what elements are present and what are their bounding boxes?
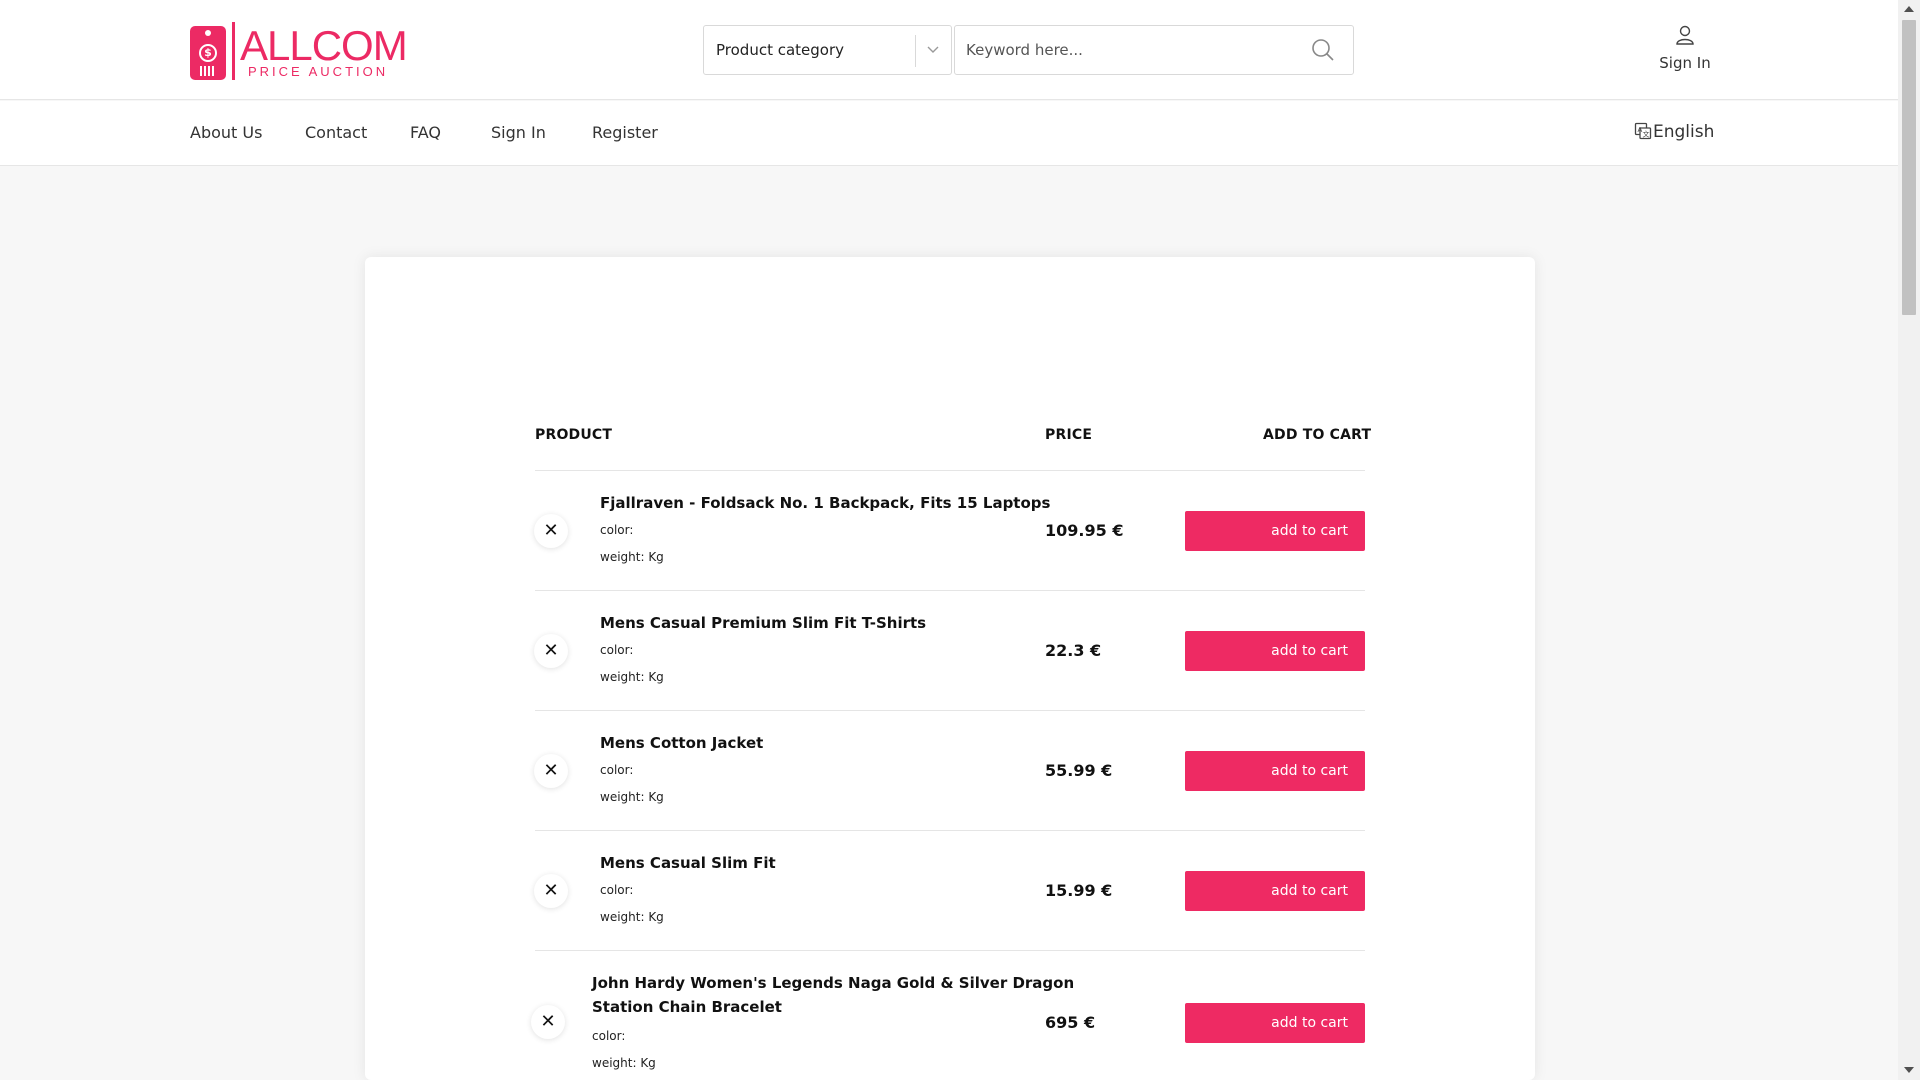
product-price: 55.99 € <box>1045 761 1113 780</box>
brand-tagline: PRICE AUCTION <box>248 64 389 79</box>
add-to-cart-button[interactable]: add to cart <box>1185 871 1365 911</box>
add-to-cart-button[interactable]: add to cart <box>1185 751 1365 791</box>
header-add-to-cart: ADD TO CART <box>1263 427 1372 443</box>
product-name-line: John Hardy Women's Legends Naga Gold & S… <box>592 974 1075 992</box>
close-icon[interactable]: ✕ <box>534 514 568 548</box>
product-color: color: <box>600 523 634 537</box>
product-price: 22.3 € <box>1045 641 1102 660</box>
close-icon[interactable]: ✕ <box>534 754 568 788</box>
scrollbar-thumb[interactable] <box>1902 20 1916 315</box>
header-sign-in-label: Sign In <box>1659 54 1711 72</box>
product-weight: weight: Kg <box>600 910 664 924</box>
wishlist-row: ✕ Mens Cotton Jacket color: weight: Kg 5… <box>534 710 1365 830</box>
product-name-line: Station Chain Bracelet <box>592 998 782 1016</box>
wishlist-card: PRODUCT PRICE ADD TO CART ✕ Fjallraven -… <box>365 257 1535 1080</box>
main-nav: About Us Contact FAQ Sign In Register A文… <box>0 101 1898 166</box>
nav-about-us[interactable]: About Us <box>190 123 262 142</box>
nav-sign-in[interactable]: Sign In <box>491 123 546 142</box>
nav-faq[interactable]: FAQ <box>410 123 441 142</box>
chevron-down-icon <box>926 39 944 61</box>
header-price: PRICE <box>1045 427 1093 443</box>
product-weight: weight: Kg <box>592 1056 656 1070</box>
product-name[interactable]: Fjallraven - Foldsack No. 1 Backpack, Fi… <box>600 491 1050 515</box>
language-label: English <box>1653 122 1715 142</box>
nav-contact[interactable]: Contact <box>305 123 367 142</box>
product-weight: weight: Kg <box>600 790 664 804</box>
product-category-select[interactable]: Product category <box>703 25 952 75</box>
product-name[interactable]: Mens Cotton Jacket <box>600 731 763 755</box>
product-color: color: <box>600 763 634 777</box>
header-product: PRODUCT <box>535 427 613 443</box>
translate-icon: A文 <box>1634 122 1652 140</box>
page-scrollbar[interactable] <box>1898 0 1920 1080</box>
user-icon <box>1674 25 1696 50</box>
close-icon[interactable]: ✕ <box>534 634 568 668</box>
keyword-search-input[interactable] <box>954 25 1354 75</box>
price-tag-icon: $ <box>190 26 226 80</box>
brand-name: ALLCOM <box>240 22 408 69</box>
wishlist-row: ✕ Mens Casual Premium Slim Fit T-Shirts … <box>534 590 1365 710</box>
wishlist-row: ✕ John Hardy Women's Legends Naga Gold &… <box>531 950 1365 1080</box>
scroll-down-arrow-icon[interactable] <box>1904 1067 1914 1073</box>
wishlist-row: ✕ Mens Casual Slim Fit color: weight: Kg… <box>534 830 1365 950</box>
close-icon[interactable]: ✕ <box>534 874 568 908</box>
wishlist-row: ✕ Fjallraven - Foldsack No. 1 Backpack, … <box>534 470 1365 590</box>
dollar-icon: $ <box>199 44 217 62</box>
close-icon[interactable]: ✕ <box>531 1005 565 1039</box>
top-header: $ ALLCOM PRICE AUCTION Product category … <box>0 0 1898 100</box>
allcom-logo[interactable]: $ ALLCOM PRICE AUCTION <box>190 18 408 82</box>
product-name[interactable]: Mens Casual Slim Fit <box>600 851 776 875</box>
product-name[interactable]: Mens Casual Premium Slim Fit T-Shirts <box>600 611 926 635</box>
add-to-cart-button[interactable]: add to cart <box>1185 1003 1365 1043</box>
product-price: 15.99 € <box>1045 881 1113 900</box>
product-name[interactable]: John Hardy Women's Legends Naga Gold & S… <box>592 971 1074 1019</box>
add-to-cart-button[interactable]: add to cart <box>1185 511 1365 551</box>
search-icon[interactable] <box>1310 37 1338 65</box>
category-select-label: Product category <box>716 41 845 59</box>
header-sign-in[interactable]: Sign In <box>1650 24 1720 74</box>
product-color: color: <box>600 643 634 657</box>
product-color: color: <box>592 1029 626 1043</box>
svg-text:文: 文 <box>1643 130 1650 139</box>
add-to-cart-button[interactable]: add to cart <box>1185 631 1365 671</box>
product-color: color: <box>600 883 634 897</box>
nav-register[interactable]: Register <box>592 123 658 142</box>
scroll-up-arrow-icon[interactable] <box>1904 6 1914 12</box>
product-weight: weight: Kg <box>600 670 664 684</box>
language-selector[interactable]: A 文 English <box>1634 122 1714 142</box>
product-price: 109.95 € <box>1045 521 1124 540</box>
product-weight: weight: Kg <box>600 550 664 564</box>
product-price: 695 € <box>1045 1013 1096 1032</box>
